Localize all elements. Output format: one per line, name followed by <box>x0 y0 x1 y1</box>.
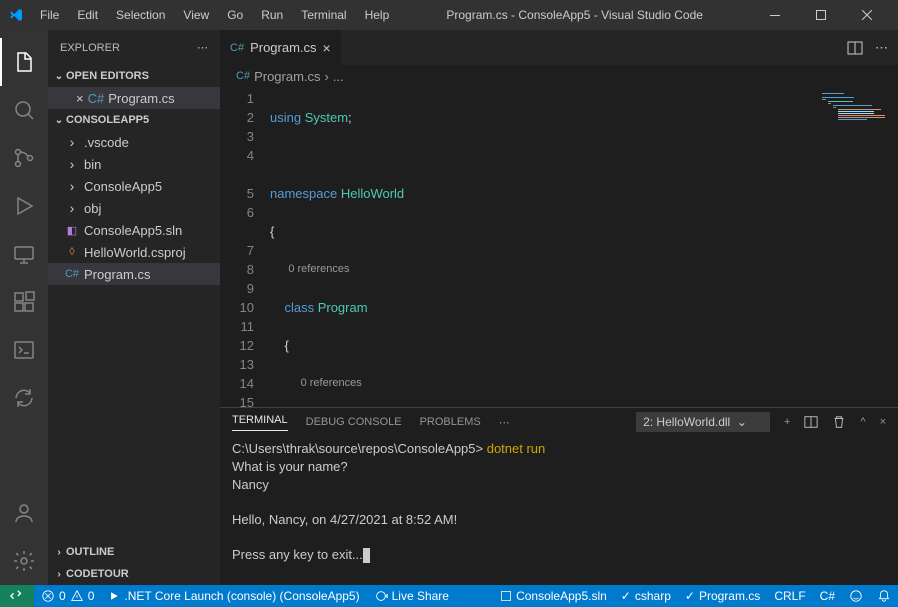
remote-indicator[interactable] <box>0 585 34 607</box>
split-editor-icon[interactable] <box>847 40 863 56</box>
menu-selection[interactable]: Selection <box>108 4 173 26</box>
menu-terminal[interactable]: Terminal <box>293 4 354 26</box>
menu-run[interactable]: Run <box>253 4 291 26</box>
extensions-icon[interactable] <box>0 278 48 326</box>
outline-section[interactable]: ›OUTLINE <box>48 541 220 563</box>
menu-help[interactable]: Help <box>357 4 398 26</box>
kill-terminal-icon[interactable] <box>832 415 846 429</box>
maximize-button[interactable] <box>798 0 844 30</box>
status-errors[interactable]: 00 <box>34 585 101 607</box>
menu-edit[interactable]: Edit <box>69 4 106 26</box>
status-bar: 00 .NET Core Launch (console) (ConsoleAp… <box>0 585 898 607</box>
activity-bar <box>0 30 48 585</box>
status-lineend[interactable]: CRLF <box>767 585 812 607</box>
codetour-section[interactable]: ›CODETOUR <box>48 563 220 585</box>
more-actions-icon[interactable]: ⋯ <box>875 40 888 56</box>
file-program-cs[interactable]: C#Program.cs <box>48 263 220 285</box>
sidebar-title: EXPLORER ⋯ <box>48 30 220 65</box>
status-sln[interactable]: ConsoleApp5.sln <box>493 585 614 607</box>
menu-file[interactable]: File <box>32 4 67 26</box>
folder-obj[interactable]: obj <box>48 197 220 219</box>
close-tab-icon[interactable]: × <box>323 40 331 56</box>
search-icon[interactable] <box>0 86 48 134</box>
close-panel-icon[interactable]: × <box>880 416 886 428</box>
source-control-icon[interactable] <box>0 134 48 182</box>
menu-bar: File Edit Selection View Go Run Terminal… <box>32 4 397 26</box>
editor-area: C# Program.cs × ⋯ C# Program.cs › ... 12… <box>220 30 898 585</box>
explorer-icon[interactable] <box>0 38 48 86</box>
panel-tabs: TERMINAL DEBUG CONSOLE PROBLEMS ⋯ 2: Hel… <box>220 408 898 436</box>
tab-problems[interactable]: PROBLEMS <box>420 416 481 428</box>
status-bell-icon[interactable] <box>870 585 898 607</box>
window-title: Program.cs - ConsoleApp5 - Visual Studio… <box>397 8 752 22</box>
main-area: EXPLORER ⋯ ⌄OPEN EDITORS × C# Program.cs… <box>0 30 898 585</box>
csproj-file-icon: ◊ <box>64 246 80 258</box>
folder-bin[interactable]: bin <box>48 153 220 175</box>
chevron-right-icon <box>64 200 80 216</box>
minimap[interactable] <box>818 87 898 407</box>
terminal-panel-icon[interactable] <box>0 326 48 374</box>
open-editor-item[interactable]: × C# Program.cs <box>48 87 220 109</box>
chevron-right-icon <box>64 134 80 150</box>
chevron-right-icon <box>64 178 80 194</box>
csharp-file-icon: C# <box>88 91 105 106</box>
minimize-button[interactable] <box>752 0 798 30</box>
terminal-select[interactable]: 2: HelloWorld.dll ⌄ <box>636 412 770 432</box>
vscode-logo-icon <box>8 7 24 23</box>
panel-more-icon[interactable]: ⋯ <box>499 416 510 429</box>
maximize-panel-icon[interactable]: ^ <box>860 416 865 428</box>
bottom-panel: TERMINAL DEBUG CONSOLE PROBLEMS ⋯ 2: Hel… <box>220 407 898 585</box>
tab-debug-console[interactable]: DEBUG CONSOLE <box>306 416 402 428</box>
new-terminal-icon[interactable]: + <box>784 416 790 428</box>
status-liveshare[interactable]: Live Share <box>367 585 456 607</box>
menu-view[interactable]: View <box>175 4 217 26</box>
sln-file-icon: ◧ <box>64 224 80 237</box>
csharp-file-icon: C# <box>230 42 244 54</box>
editor-actions: ⋯ <box>837 30 898 65</box>
file-csproj[interactable]: ◊HelloWorld.csproj <box>48 241 220 263</box>
editor-tabs: C# Program.cs × ⋯ <box>220 30 898 65</box>
sidebar: EXPLORER ⋯ ⌄OPEN EDITORS × C# Program.cs… <box>48 30 220 585</box>
terminal-cursor <box>363 548 370 563</box>
csharp-file-icon: C# <box>236 70 250 82</box>
status-launch[interactable]: .NET Core Launch (console) (ConsoleApp5) <box>101 585 366 607</box>
folder-vscode[interactable]: .vscode <box>48 131 220 153</box>
breadcrumb[interactable]: C# Program.cs › ... <box>220 65 898 87</box>
settings-gear-icon[interactable] <box>0 537 48 585</box>
tab-terminal[interactable]: TERMINAL <box>232 414 288 431</box>
project-section[interactable]: ⌄CONSOLEAPP5 <box>48 109 220 131</box>
sidebar-more-icon[interactable]: ⋯ <box>197 41 208 54</box>
line-numbers: 1234 56 789101112131415 <box>220 87 270 407</box>
status-program[interactable]: ✓ Program.cs <box>678 585 767 607</box>
status-csharp[interactable]: ✓ csharp <box>614 585 678 607</box>
titlebar: File Edit Selection View Go Run Terminal… <box>0 0 898 30</box>
close-editor-icon[interactable]: × <box>76 91 84 106</box>
terminal-output[interactable]: C:\Users\thrak\source\repos\ConsoleApp5>… <box>220 436 898 585</box>
tab-program-cs[interactable]: C# Program.cs × <box>220 30 342 65</box>
folder-consoleapp5[interactable]: ConsoleApp5 <box>48 175 220 197</box>
run-debug-icon[interactable] <box>0 182 48 230</box>
sync-icon[interactable] <box>0 374 48 422</box>
chevron-right-icon <box>64 156 80 172</box>
account-icon[interactable] <box>0 489 48 537</box>
status-lang[interactable]: C# <box>813 585 842 607</box>
code-content[interactable]: using System; namespace HelloWorld { 0 r… <box>270 87 818 407</box>
open-editors-section[interactable]: ⌄OPEN EDITORS <box>48 65 220 87</box>
close-button[interactable] <box>844 0 890 30</box>
status-feedback-icon[interactable] <box>842 585 870 607</box>
split-terminal-icon[interactable] <box>804 415 818 429</box>
code-editor[interactable]: 1234 56 789101112131415 using System; na… <box>220 87 898 407</box>
remote-explorer-icon[interactable] <box>0 230 48 278</box>
file-sln[interactable]: ◧ConsoleApp5.sln <box>48 219 220 241</box>
window-controls <box>752 0 890 30</box>
csharp-file-icon: C# <box>64 268 80 280</box>
menu-go[interactable]: Go <box>219 4 251 26</box>
